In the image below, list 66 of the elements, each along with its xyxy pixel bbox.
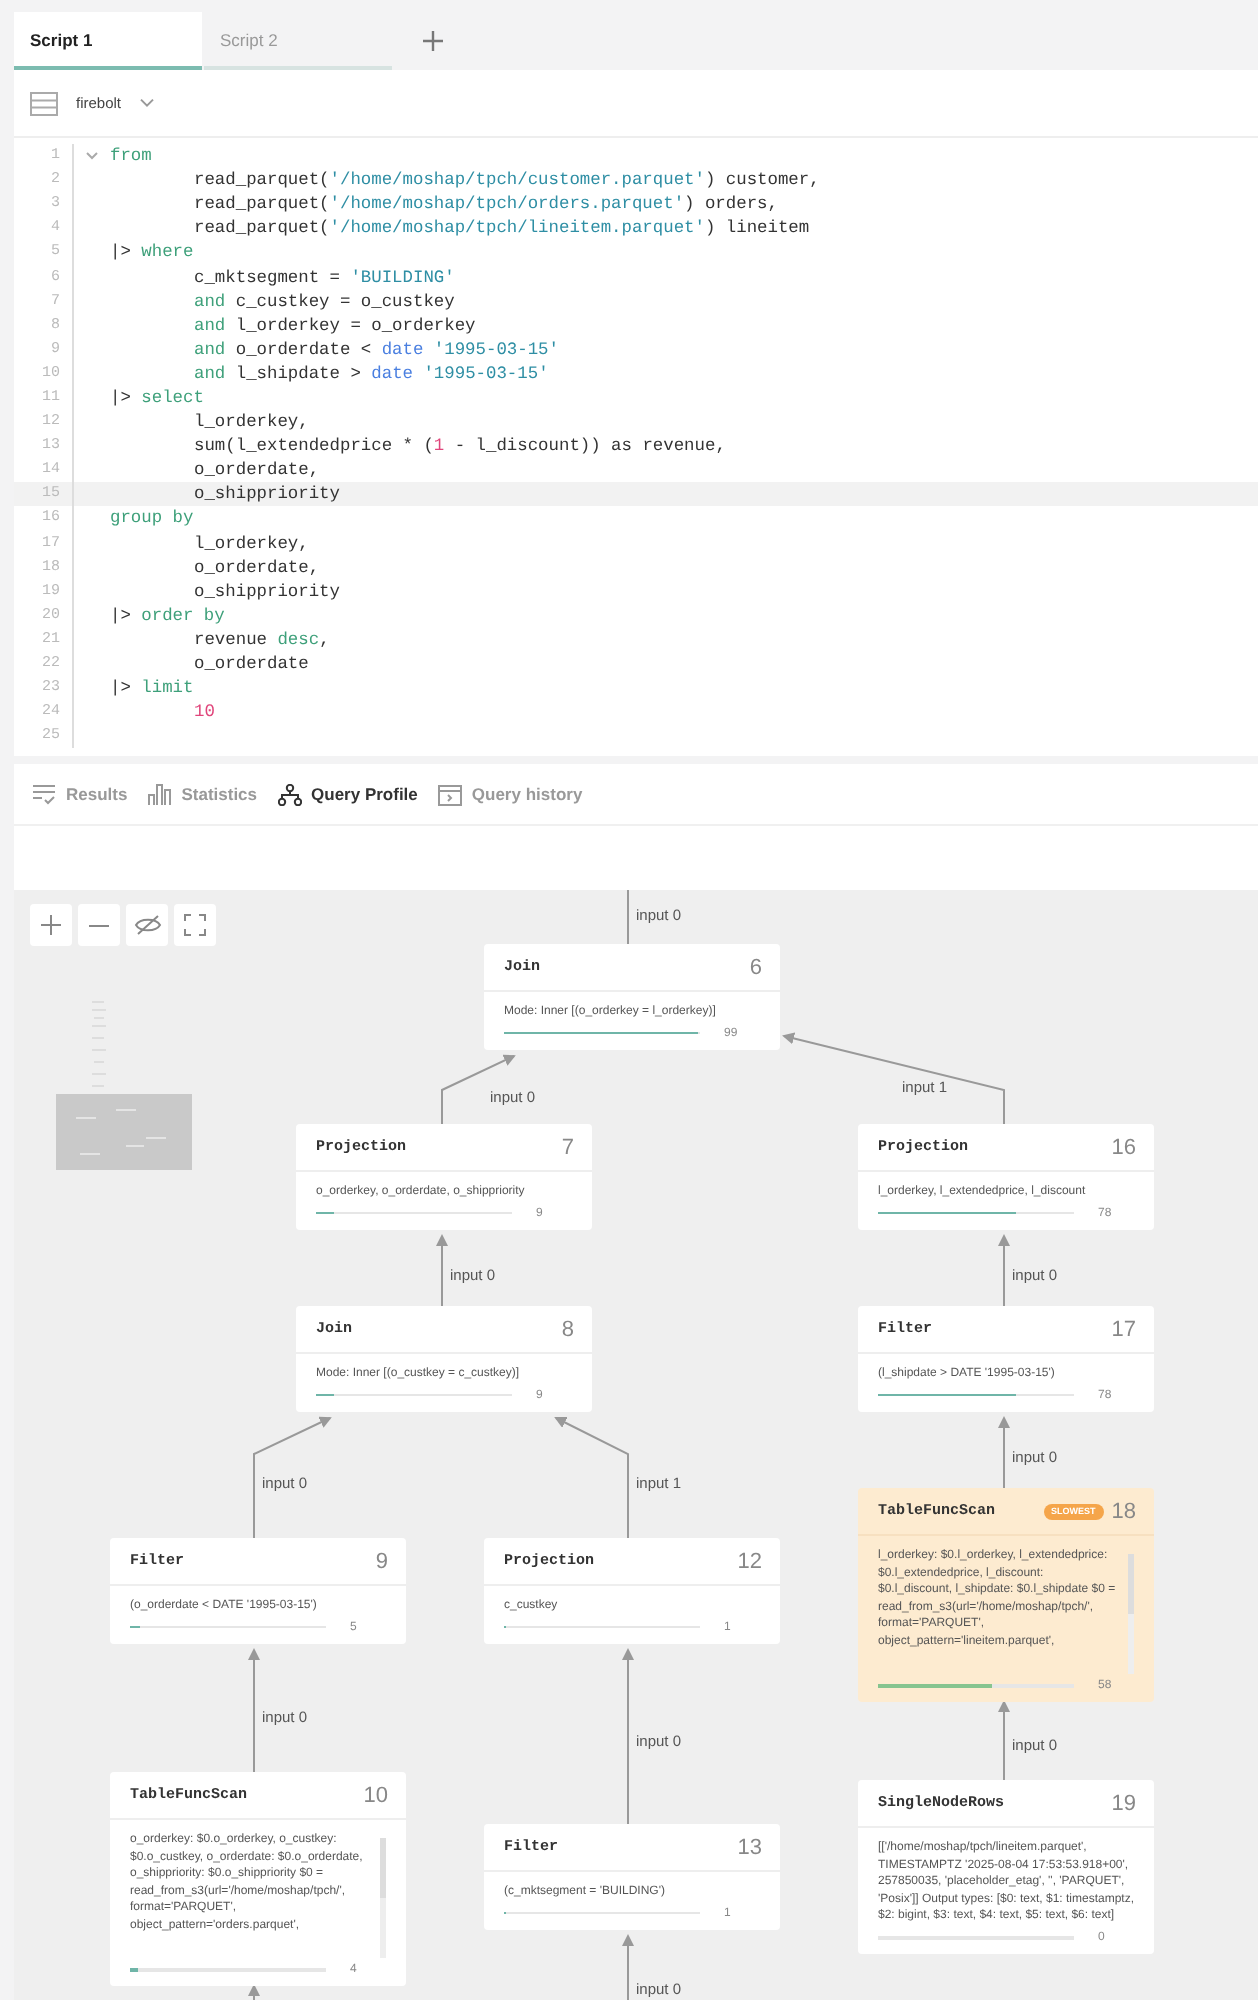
code-line: c_mktsegment = 'BUILDING' [192,267,455,288]
code-line: 10 [192,702,215,723]
node-number: 16 [1111,1135,1136,1159]
plus-icon [40,914,62,936]
edge-arrow [622,1934,634,2000]
script-tab[interactable]: Script 1 [14,12,202,70]
zoom-in-button[interactable] [30,904,72,946]
fold-chevron-icon[interactable] [86,152,98,161]
code-line: |> where [110,242,194,263]
code-line: |> select [110,387,204,408]
code-line: |> limit [110,678,194,699]
checklist-icon [32,783,56,805]
add-tab-icon[interactable] [422,30,444,52]
code-line: and o_orderdate < date '1995-03-15' [192,339,559,360]
code-line: and l_orderkey = o_orderkey [192,315,476,336]
edge-arrow [998,1234,1010,1307]
edge-arrow [998,1700,1010,1781]
result-tab[interactable]: Query Profile [277,783,418,805]
node-number: 7 [561,1135,574,1159]
code-line: o_shippriority [192,484,340,505]
plan-node[interactable] [858,1488,1154,1702]
code-line: from [110,146,152,167]
node-number: 12 [737,1549,762,1573]
code-line: and l_shipdate > date '1995-03-15' [192,363,549,384]
edge-arrow [253,1416,332,1539]
node-number: 19 [1111,1791,1136,1815]
edge-arrow [248,1984,260,2000]
code-line: and c_custkey = o_custkey [192,291,455,312]
edge-arrow [248,1648,260,1773]
edge-arrow [436,1234,448,1307]
fullscreen-icon [184,914,206,936]
database-icon [30,91,58,115]
node-number: 18 [1111,1499,1136,1523]
node-number: 10 [363,1783,388,1807]
code-line: revenue desc, [192,629,330,650]
hide-button[interactable] [126,904,168,946]
zoom-out-button[interactable] [78,904,120,946]
plan-node[interactable] [858,1780,1154,1954]
code-line: o_orderdate [192,654,309,675]
node-number: 8 [561,1317,574,1341]
tree-icon [277,783,302,805]
code-line: read_parquet('/home/moshap/tpch/orders.parquet') orders, [192,194,778,215]
scrollbar[interactable] [380,1838,386,1958]
node-number: 13 [737,1835,762,1859]
scrollbar[interactable] [1128,1554,1134,1674]
code-line: l_orderkey, [192,533,309,554]
code-line: o_orderdate, [192,460,320,481]
node-number: 9 [375,1549,388,1573]
chevron-down-icon[interactable] [139,98,154,108]
code-line: o_shippriority [192,581,340,602]
code-line: o_orderdate, [192,557,320,578]
code-line: sum(l_extendedprice * (1 - l_discount)) as revenue, [192,436,726,457]
code-line: group by [110,508,194,529]
code-line: read_parquet('/home/moshap/tpch/lineitem.parquet') lineitem [192,218,810,239]
node-number: 17 [1111,1317,1136,1341]
code-line: l_orderkey, [192,412,309,433]
code-line: |> order by [110,605,225,626]
plan-node[interactable] [110,1772,406,1986]
node-number: 6 [749,955,762,979]
bar-chart-icon [147,783,172,805]
fullscreen-button[interactable] [174,904,216,946]
edge-arrow [998,1416,1010,1489]
code-line: read_parquet('/home/moshap/tpch/customer.parquet') customer, [192,170,820,191]
edge-arrow [554,1417,629,1539]
minus-icon [88,923,110,927]
eye-slash-icon [133,914,161,936]
